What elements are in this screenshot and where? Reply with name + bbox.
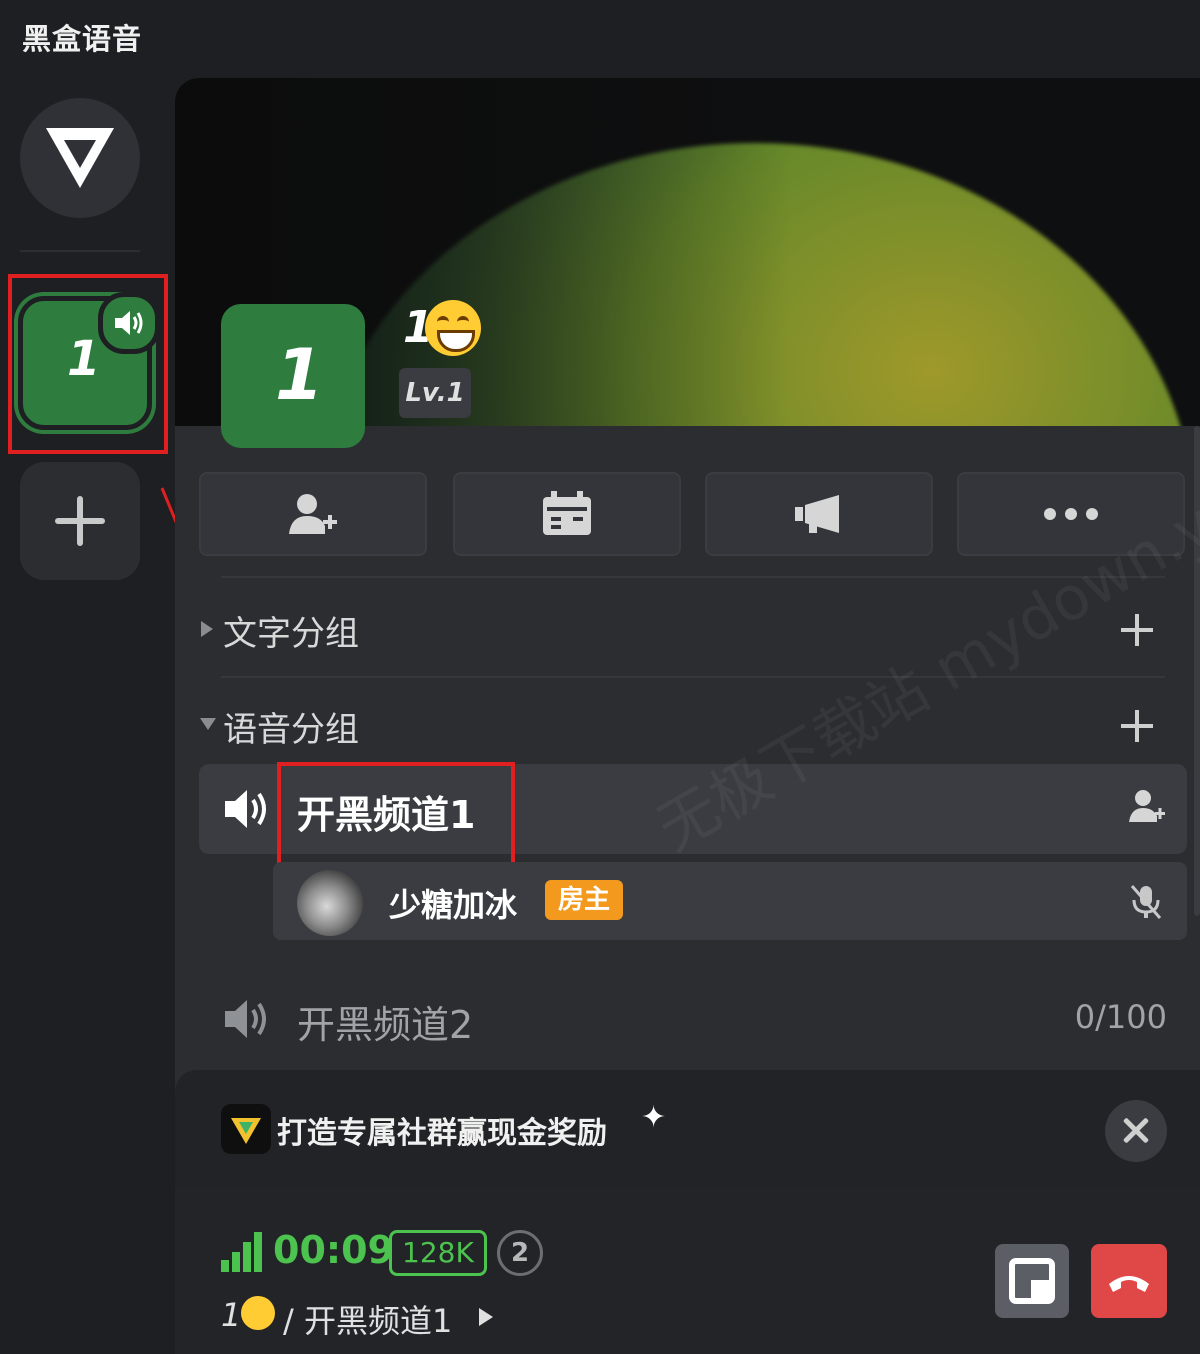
server-icon: 1 (221, 304, 365, 448)
server-panel: 1 1 Lv.1 文字分组 语音分组 开黑频道1 少糖加冰 房主 开黑频道2 0… (175, 78, 1200, 1354)
annotation-box-channel (277, 762, 515, 866)
promo-text: 打造专属社群赢现金奖励 (277, 1116, 607, 1151)
promo-banner[interactable]: 打造专属社群赢现金奖励 ✦ (175, 1070, 1200, 1188)
call-timer: 00:09 (273, 1228, 394, 1272)
app-title: 黑盒语音 (22, 22, 143, 56)
speaker-icon (225, 1000, 266, 1038)
mic-muted-icon (1130, 885, 1162, 919)
announcement-button[interactable] (705, 472, 933, 556)
screen-share-icon (1009, 1258, 1055, 1304)
scrollbar[interactable] (1194, 426, 1200, 916)
more-icon (1044, 508, 1098, 520)
add-text-channel-icon[interactable] (1121, 614, 1153, 646)
channel-user-count: 0/100 (1074, 998, 1167, 1036)
channel-name: 开黑频道2 (297, 1003, 474, 1047)
path-channel[interactable]: / 开黑频道1 (283, 1296, 452, 1342)
voice-channel-2[interactable]: 开黑频道2 0/100 (199, 978, 1187, 1058)
voice-group-label: 语音分组 (223, 710, 359, 750)
hang-up-icon (1109, 1276, 1149, 1292)
title-bar: 黑盒语音 (0, 0, 1200, 78)
speaker-icon (225, 790, 266, 828)
voice-status-panel: 00:09 128K 2 1 / 开黑频道1 (175, 1188, 1200, 1354)
add-user-icon (289, 494, 337, 534)
chevron-right-icon[interactable] (479, 1308, 493, 1326)
path-server: 1 (221, 1296, 242, 1334)
screen-share-button[interactable] (995, 1244, 1069, 1318)
calendar-icon (543, 491, 591, 535)
more-button[interactable] (957, 472, 1185, 556)
heybox-logo-icon (46, 128, 114, 188)
caret-right-icon (201, 621, 213, 637)
annotation-box-server (8, 274, 168, 454)
grin-emoji-icon (425, 300, 481, 356)
rail-divider (20, 250, 140, 252)
owner-badge: 房主 (545, 880, 623, 920)
server-icon-label: 1 (275, 334, 324, 416)
home-logo-button[interactable] (20, 98, 140, 218)
events-button[interactable] (453, 472, 681, 556)
server-rail (0, 78, 175, 1354)
grin-emoji-icon (241, 1296, 275, 1330)
megaphone-icon (795, 495, 839, 533)
invite-to-channel-icon[interactable] (1127, 788, 1167, 826)
sparkle-icon: ✦ (641, 1100, 667, 1135)
invite-button[interactable] (199, 472, 427, 556)
channel-member-row[interactable]: 少糖加冰 房主 (273, 862, 1187, 940)
divider (221, 676, 1165, 678)
online-count-badge: 2 (497, 1230, 543, 1276)
level-badge: Lv.1 (399, 368, 471, 418)
heybox-logo-icon (221, 1104, 271, 1154)
signal-strength-icon (221, 1232, 262, 1272)
hang-up-button[interactable] (1091, 1244, 1167, 1318)
voice-group-header[interactable]: 语音分组 (197, 694, 1171, 754)
member-name: 少糖加冰 (389, 886, 518, 924)
text-group-label: 文字分组 (223, 614, 359, 654)
bitrate-badge: 128K (389, 1230, 487, 1276)
add-voice-channel-icon[interactable] (1121, 710, 1153, 742)
avatar (297, 870, 363, 936)
close-promo-button[interactable] (1105, 1100, 1167, 1162)
text-group-header[interactable]: 文字分组 (197, 598, 1171, 658)
divider (221, 576, 1165, 578)
caret-down-icon (200, 718, 216, 730)
add-server-button[interactable] (20, 462, 140, 580)
